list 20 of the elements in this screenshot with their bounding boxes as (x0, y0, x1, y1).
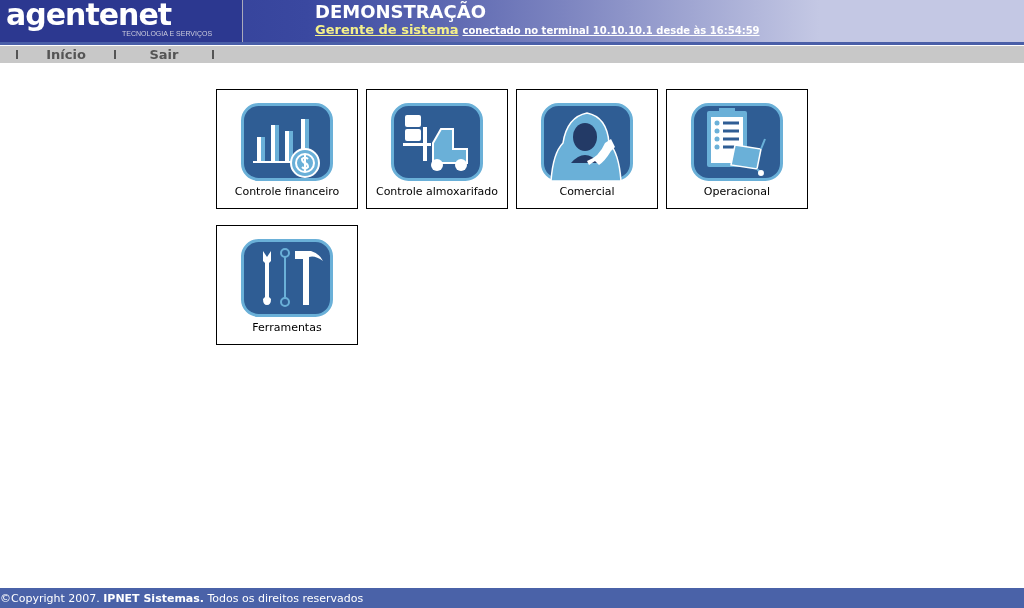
module-label: Controle almoxarifado (375, 185, 499, 198)
warehouse-icon (391, 103, 483, 181)
module-label: Operacional (703, 185, 771, 198)
copyright-text: ©Copyright 2007. IPNET Sistemas. Todos os direitos reservados (0, 591, 364, 605)
user-link[interactable]: Gerente de sistema (315, 22, 459, 37)
module-label: Ferramentas (252, 321, 322, 334)
module-tile[interactable]: Controle almoxarifado (366, 89, 508, 209)
module-tile[interactable]: Controle financeiro (216, 89, 358, 209)
page-title: DEMONSTRAÇÃO (315, 2, 487, 22)
module-tile[interactable]: Comercial (516, 89, 658, 209)
menu-link[interactable]: Sair (116, 47, 212, 62)
module-tile[interactable]: Ferramentas (216, 225, 358, 345)
session-info: conectado no terminal 10.10.10.1 desde às 16:54:59 (462, 25, 760, 36)
menu-link[interactable]: Início (18, 47, 114, 62)
finance-icon (241, 103, 333, 181)
logo-wordmark: agentenet (6, 0, 172, 30)
module-label: Controle financeiro (234, 185, 340, 198)
module-tile[interactable]: Operacional (666, 89, 808, 209)
module-label: Comercial (559, 185, 615, 198)
tools-icon (241, 239, 333, 317)
